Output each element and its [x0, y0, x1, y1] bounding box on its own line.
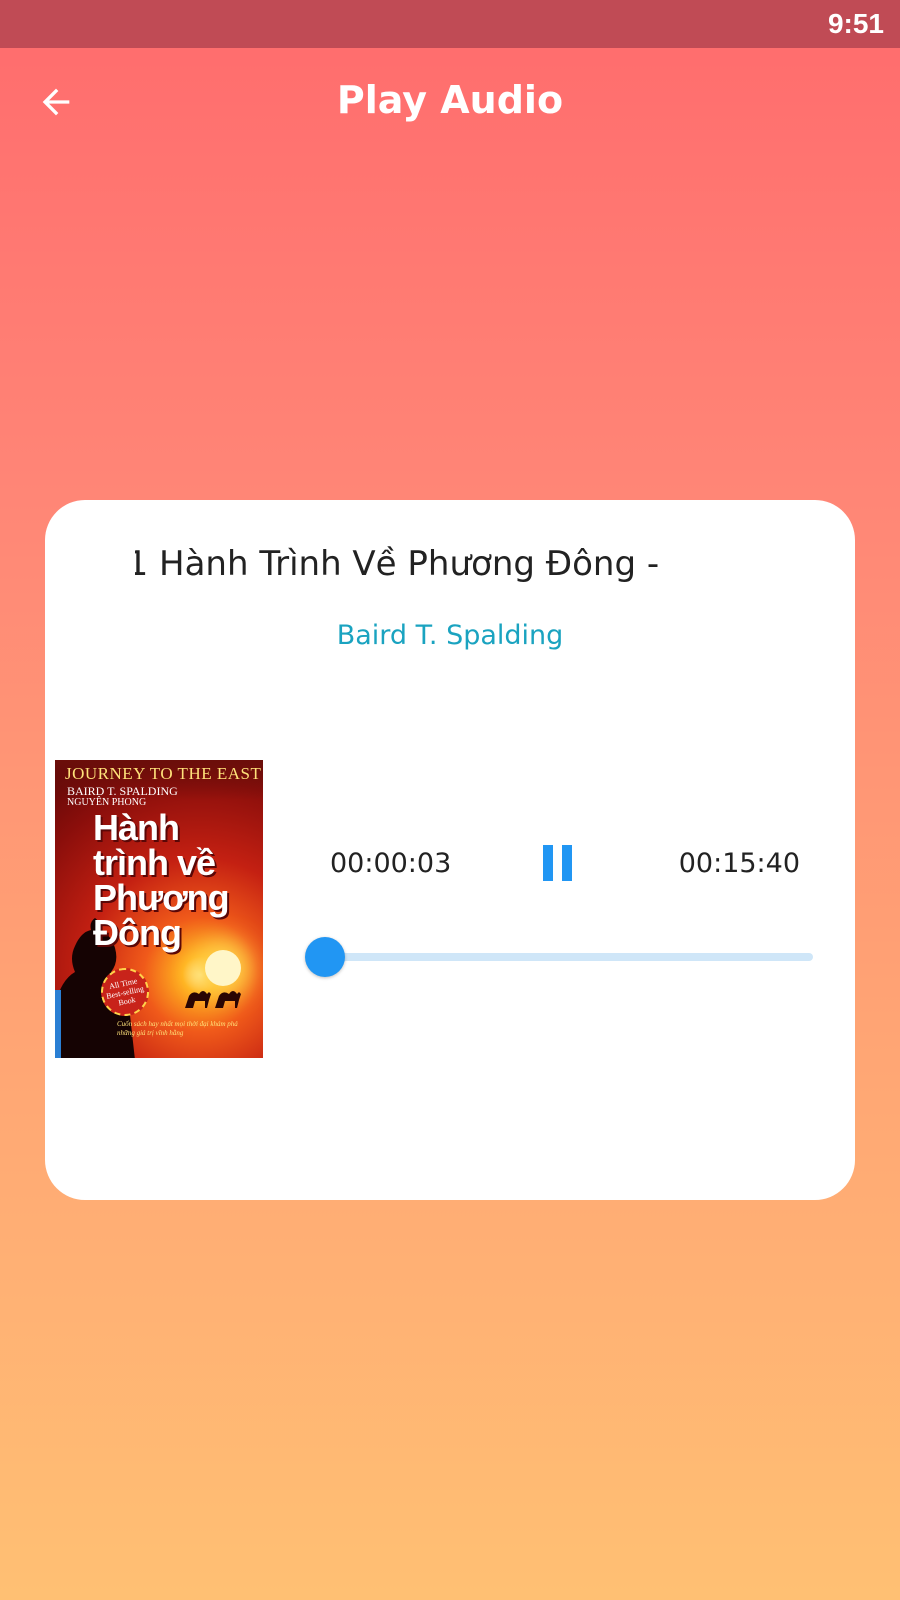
app-bar: Play Audio	[0, 48, 900, 158]
cover-title: Hành trình về Phương Đông	[93, 807, 230, 953]
player-card: Chương 1 Hành Trình Về Phương Đông - Bai…	[45, 500, 855, 1200]
track-title: Chương 1 Hành Trình Về Phương Đông -	[135, 544, 660, 584]
time-total: 00:15:40	[678, 848, 800, 879]
seek-bar[interactable]	[304, 937, 813, 977]
track-author: Baird T. Spalding	[336, 620, 564, 651]
book-cover: JOURNEY TO THE EAST BAIRD T. SPALDING NG…	[55, 760, 263, 1058]
cover-tagline: Cuốn sách hay nhất mọi thời đại khám phá…	[117, 1020, 238, 1037]
pause-button[interactable]	[533, 838, 583, 888]
pause-icon	[543, 845, 572, 881]
cover-series: JOURNEY TO THE EAST	[65, 764, 262, 783]
page-title: Play Audio	[336, 78, 564, 122]
camels-silhouette	[185, 991, 241, 1008]
status-time: 9:51	[827, 8, 884, 39]
time-elapsed: 00:00:03	[330, 848, 452, 879]
status-bar: 9:51	[0, 0, 900, 48]
track-title-marquee: Chương 1 Hành Trình Về Phương Đông -	[135, 544, 815, 596]
seek-bar-thumb[interactable]	[304, 937, 345, 977]
cover-sun	[205, 950, 241, 986]
